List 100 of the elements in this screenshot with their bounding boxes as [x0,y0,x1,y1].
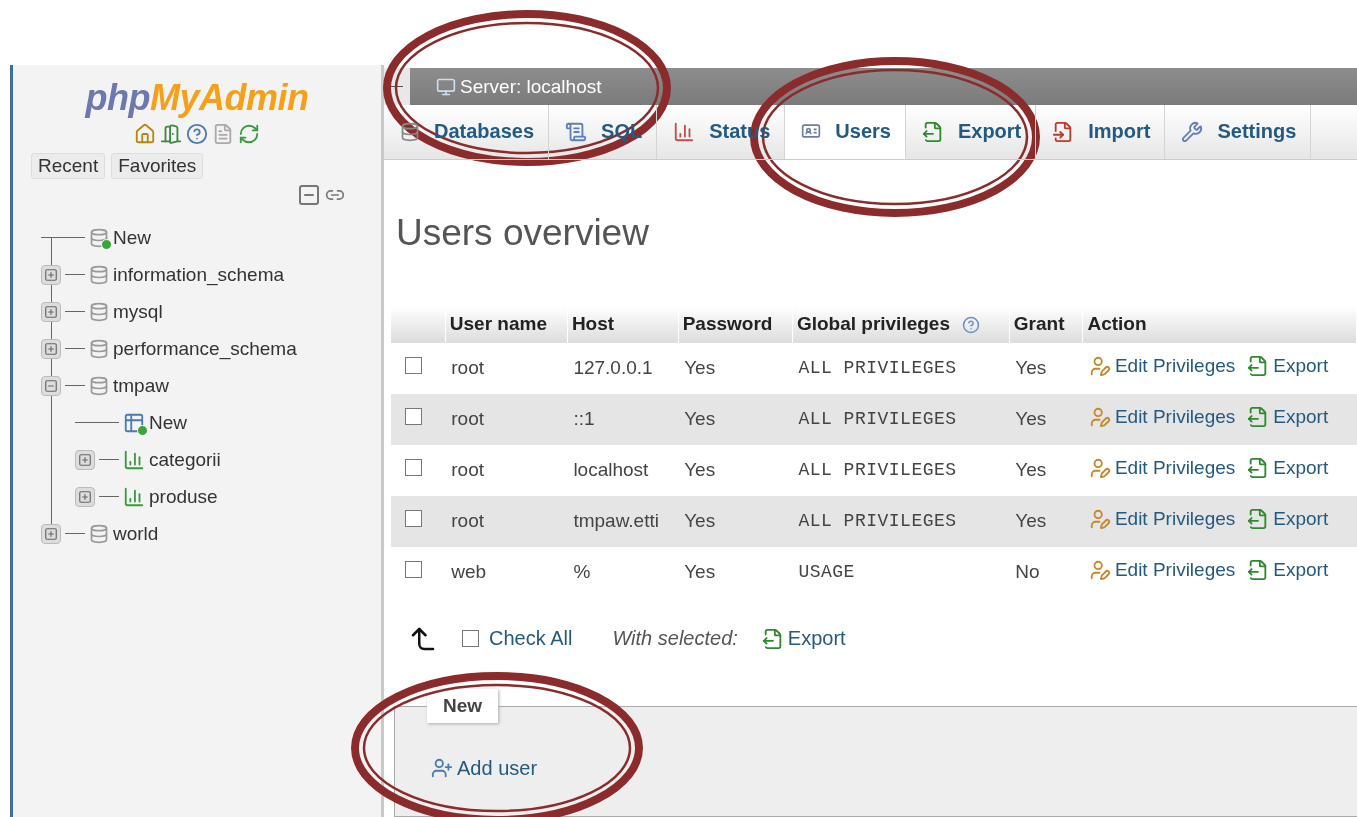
edit-privileges-link[interactable]: Edit Privileges [1088,507,1236,530]
tree-item[interactable]: tmpaw [113,374,169,397]
user-plus-icon [431,757,453,780]
edit-privileges-link[interactable]: Edit Privileges [1088,558,1236,581]
table-plus-icon [123,411,145,434]
database-icon [89,264,109,285]
table-chart-icon [123,485,145,508]
row-checkbox[interactable] [405,510,422,528]
export-link[interactable]: Export [1247,405,1329,428]
home-icon[interactable] [134,123,156,145]
tree-item[interactable]: information_schema [113,263,285,286]
expand-toggle[interactable] [41,338,61,359]
add-user-link[interactable]: Add user [431,756,538,780]
tab[interactable]: Settings [1165,105,1312,159]
table-cell: root [445,342,568,394]
database-icon [89,301,109,322]
tab[interactable]: Users [785,105,906,159]
table-cell: Yes [678,444,793,496]
table-cell: Yes [1009,393,1083,445]
table-cell: ALL PRIVILEGES [792,342,1010,394]
collapse-icon[interactable] [297,183,321,207]
table-cell: Yes [678,546,793,598]
user-pencil-icon [1088,507,1111,530]
export-link[interactable]: Export [1247,558,1329,581]
breadcrumb-link[interactable]: Server: localhost [436,75,602,98]
table-cell: Yes [678,495,793,547]
table-cell: Yes [678,393,793,445]
monitor-icon [436,76,456,97]
tab[interactable]: Databases [384,105,550,159]
tree-item[interactable]: categorii [149,448,221,471]
row-checkbox[interactable] [405,408,422,426]
tree-item[interactable]: performance_schema [113,337,297,360]
table-cell: Yes [1009,342,1083,394]
tree-item[interactable]: world [113,522,159,545]
table-cell: Yes [678,342,793,394]
logo: phpMyAdmin [85,77,309,119]
page-heading: Users overview [396,211,650,254]
table-cell: localhost [567,444,679,496]
export-link[interactable]: Export [761,627,846,651]
expand-toggle[interactable] [41,264,61,285]
checkbox[interactable] [462,630,479,648]
bar-chart-icon [673,120,696,143]
database-icon [89,338,109,359]
document-icon[interactable] [212,123,234,145]
row-checkbox[interactable] [405,561,422,579]
reload-icon[interactable] [238,123,260,145]
tree-item[interactable]: mysql [113,300,163,323]
table-cell: ::1 [567,393,679,445]
table-cell: Yes [1009,444,1083,496]
check-all-link[interactable]: Check All [462,627,573,651]
row-checkbox[interactable] [405,357,422,375]
table-cell: % [567,546,679,598]
edit-privileges-link[interactable]: Edit Privileges [1088,405,1236,428]
table-cell: root [445,393,568,445]
export-link[interactable]: Export [1247,456,1329,479]
tab[interactable]: Export [905,105,1037,159]
edit-privileges-link[interactable]: Edit Privileges [1088,456,1236,479]
user-pencil-icon [1088,456,1111,479]
table-cell: Yes [1009,495,1083,547]
row-checkbox[interactable] [405,459,422,477]
table-cell: 127.0.0.1 [567,342,679,394]
export-link[interactable]: Export [1247,354,1329,377]
scroll-icon [565,120,588,143]
sidebar-button[interactable]: Recent [31,153,106,179]
table-cell: ALL PRIVILEGES [792,393,1010,445]
table-cell: No [1009,546,1083,598]
table-cell: USAGE [792,546,1010,598]
expand-toggle[interactable] [41,375,61,396]
help-icon[interactable] [962,316,980,335]
user-pencil-icon [1088,558,1111,581]
tree-item[interactable]: produse [149,485,218,508]
door-icon[interactable] [160,123,182,145]
table-cell: ALL PRIVILEGES [792,495,1010,547]
table-cell: web [445,546,568,598]
expand-toggle[interactable] [75,449,95,470]
expand-toggle[interactable] [41,301,61,322]
database-icon [89,523,109,544]
database-icon [89,375,109,396]
tree-item[interactable]: New [113,226,151,249]
user-pencil-icon [1088,354,1111,377]
database-plus-icon [89,227,109,248]
help-icon[interactable] [186,123,208,145]
document-arrow-icon [921,120,944,143]
table-chart-icon [123,448,145,471]
table-cell: root [445,444,568,496]
sidebar-button[interactable]: Favorites [111,153,204,179]
edit-privileges-link[interactable]: Edit Privileges [1088,354,1236,377]
tree-item[interactable]: New [149,411,187,434]
expand-toggle[interactable] [41,523,61,544]
with-selected-label: With selected: [612,627,738,651]
database-icon [400,121,420,142]
wrench-icon [1181,120,1204,143]
panel-legend: New [427,688,499,723]
document-arrow-icon [761,627,784,650]
expand-toggle[interactable] [75,486,95,507]
table-cell: tmpaw.etti [567,495,679,547]
tab[interactable]: Import [1036,105,1166,159]
table-cell: ALL PRIVILEGES [792,444,1010,496]
export-link[interactable]: Export [1247,507,1329,530]
table-cell: root [445,495,568,547]
